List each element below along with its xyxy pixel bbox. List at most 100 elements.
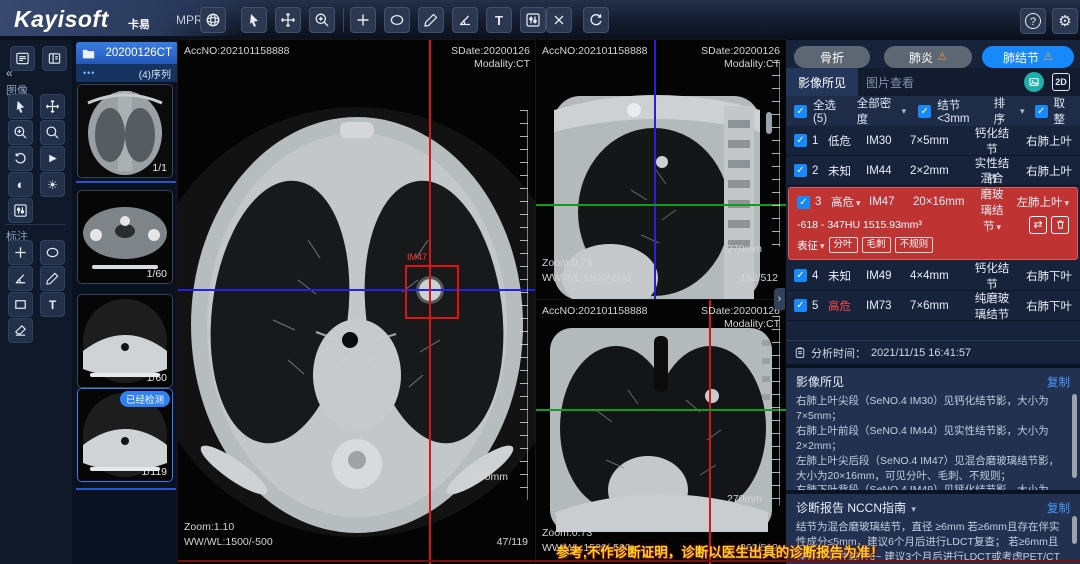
text-tool-icon[interactable]: T [486, 7, 512, 33]
copy-findings-link[interactable]: 复制 [1047, 374, 1070, 390]
series-tab[interactable]: 20200126CT ••• (4)序列 [76, 42, 178, 82]
thumbnail-xray[interactable]: 1/1 [77, 84, 173, 178]
tab-lung-nodule[interactable]: 肺结节 ⚠ [982, 46, 1074, 68]
tab-pneumonia[interactable]: 肺炎 ⚠ [884, 46, 972, 68]
thumbnail-ct-selected[interactable]: 已经检测 1/119 [77, 388, 173, 482]
select-all-label[interactable]: 全选(5) [813, 97, 843, 125]
nodule-location-dropdown[interactable]: 左肺上叶▾ [1009, 194, 1069, 210]
subtab-findings[interactable]: 影像所见 [786, 68, 858, 96]
row-checkbox[interactable]: ✓ [794, 269, 807, 282]
help-icon[interactable]: ? [1020, 8, 1046, 34]
thumb-separator [76, 488, 176, 490]
chevron-down-icon: ▾ [902, 106, 907, 117]
sort-dropdown[interactable]: 排序 [994, 95, 1012, 127]
chevron-right-icon: › [778, 293, 782, 305]
study-date: SDate:20200126 [451, 45, 530, 58]
nodule-grade-dropdown[interactable]: 高危▾ [831, 194, 869, 210]
crosshair-blue-horizontal[interactable] [178, 289, 536, 291]
axial-viewport[interactable]: IM47 AccNO:202101158888 SDate:20200126 M… [178, 40, 536, 564]
nodule-roi-box[interactable] [405, 265, 459, 319]
copy-report-link[interactable]: 复制 [1047, 500, 1070, 516]
sagittal-viewport[interactable]: AccNO:202101158888 SDate:20200126 Modali… [536, 40, 786, 300]
density-dropdown[interactable]: 全部密度 [857, 95, 894, 127]
row-checkbox[interactable]: ✓ [794, 299, 807, 312]
eraser-tool-icon[interactable] [8, 318, 33, 343]
nodule-type: 钙化结节 [972, 125, 1012, 157]
panel-collapse-handle[interactable]: › [774, 288, 785, 310]
2d-mode-icon[interactable]: 2D [1052, 73, 1070, 91]
angle-tool-icon[interactable] [8, 266, 33, 291]
thumbnail-ct-2[interactable]: 1/60 [77, 294, 173, 388]
subtab-pictures[interactable]: 图片查看 [854, 68, 926, 96]
crosshair-green-horizontal[interactable] [536, 204, 786, 206]
scale-ruler [772, 62, 780, 247]
round-label[interactable]: 取整 [1054, 95, 1072, 127]
coronal-viewport[interactable]: AccNO:202101158888 SDate:20200126 Modali… [536, 300, 786, 564]
pan-tool-icon[interactable] [275, 7, 301, 33]
thumb-separator [76, 181, 176, 183]
row-checkbox[interactable]: ✓ [797, 196, 810, 209]
small-nodule-label[interactable]: 结节<3mm [937, 97, 981, 125]
ellipse-tool-icon[interactable] [40, 240, 65, 265]
checkbox-select-all[interactable]: ✓ [794, 105, 807, 118]
pencil-measure-icon[interactable] [418, 7, 444, 33]
crosshair-red-vertical[interactable] [709, 300, 711, 564]
pane-scrollbar-thumb[interactable] [766, 112, 772, 134]
rotate-left-icon[interactable] [8, 146, 33, 171]
checkbox-round[interactable]: ✓ [1035, 105, 1048, 118]
trash-icon[interactable] [1051, 216, 1069, 234]
rectangle-tool-icon[interactable] [8, 292, 33, 317]
zoom-in-tool-icon[interactable] [8, 120, 33, 145]
findings-scrollbar-thumb[interactable] [1072, 394, 1077, 478]
contrast-icon[interactable]: ◐ [8, 172, 33, 197]
swap-compare-icon[interactable]: ⇄ [1029, 216, 1047, 234]
settings-gear-icon[interactable]: ⚙ [1052, 8, 1078, 34]
image-preview-icon[interactable] [1024, 72, 1044, 92]
series-more-dots[interactable]: ••• [83, 68, 95, 78]
adjust-levels-icon[interactable] [8, 198, 33, 223]
adjust-levels-icon[interactable] [520, 7, 546, 33]
report-title[interactable]: 诊断报告 NCCN指南 ▾ [796, 499, 916, 516]
nodule-row-5[interactable]: ✓ 5 高危 IM73 7×6mm 纯磨玻璃结节 右肺下叶 [786, 291, 1080, 321]
crosshair-tool-icon[interactable] [8, 240, 33, 265]
text-tool-icon[interactable]: T [40, 292, 65, 317]
crosshair-blue-vertical[interactable] [654, 40, 656, 300]
cursor-tool-icon[interactable] [8, 94, 33, 119]
close-tool-icon[interactable] [546, 7, 572, 33]
nodule-row-4[interactable]: ✓ 4 未知 IM49 4×4mm 钙化结节 右肺下叶 [786, 261, 1080, 291]
layout-list-icon[interactable] [10, 46, 35, 71]
ellipse-tool-icon[interactable] [384, 7, 410, 33]
cursor-tool-icon[interactable] [241, 7, 267, 33]
nodule-number: 5 [812, 300, 828, 312]
angle-tool-icon[interactable] [452, 7, 478, 33]
row-checkbox[interactable]: ✓ [794, 164, 807, 177]
crosshair-green-horizontal[interactable] [536, 409, 786, 411]
tab-fracture[interactable]: 骨折 [794, 46, 870, 68]
brightness-icon[interactable]: ☀ [40, 172, 65, 197]
rotate-tool-icon[interactable] [583, 7, 609, 33]
checkbox-small-nodule[interactable]: ✓ [918, 105, 931, 118]
feature-dropdown[interactable]: 表征▾ [797, 238, 825, 253]
nodule-grade-high-risk: 高危 [828, 298, 866, 314]
play-export-icon[interactable] [40, 146, 65, 171]
zoom-level: Zoom:0.73 [542, 527, 592, 540]
zoom-in-tool-icon[interactable] [309, 7, 335, 33]
pan-tool-icon[interactable] [40, 94, 65, 119]
magnifier-icon[interactable] [40, 120, 65, 145]
crosshair-tool-icon[interactable] [350, 7, 376, 33]
pencil-tool-icon[interactable] [40, 266, 65, 291]
nodule-row-2[interactable]: ✓ 2 未知 IM44 2×2mm 实性结节 右肺上叶 [786, 156, 1080, 186]
collapse-sidebar-icon[interactable]: « [6, 66, 13, 80]
nodule-row-1[interactable]: ✓ 1 低危 IM30 7×5mm 钙化结节 右肺上叶 [786, 126, 1080, 156]
roi-label: IM47 [407, 252, 427, 262]
layout-grid-icon[interactable] [42, 46, 67, 71]
report-scrollbar-thumb[interactable] [1072, 516, 1077, 544]
toolbar-separator [343, 8, 344, 32]
nodule-row-3-selected[interactable]: ✓ 3 高危▾ IM47 20×16mm 混合磨玻璃结节▾ 左肺上叶▾ -618… [788, 187, 1078, 260]
row-checkbox[interactable]: ✓ [794, 134, 807, 147]
nodule-size: 7×6mm [910, 300, 972, 312]
mpr-3d-icon[interactable] [200, 7, 226, 33]
nodule-image-index: IM47 [869, 196, 913, 208]
nodule-size: 20×16mm [913, 196, 975, 208]
thumbnail-ct-1[interactable]: 1/60 [77, 190, 173, 284]
